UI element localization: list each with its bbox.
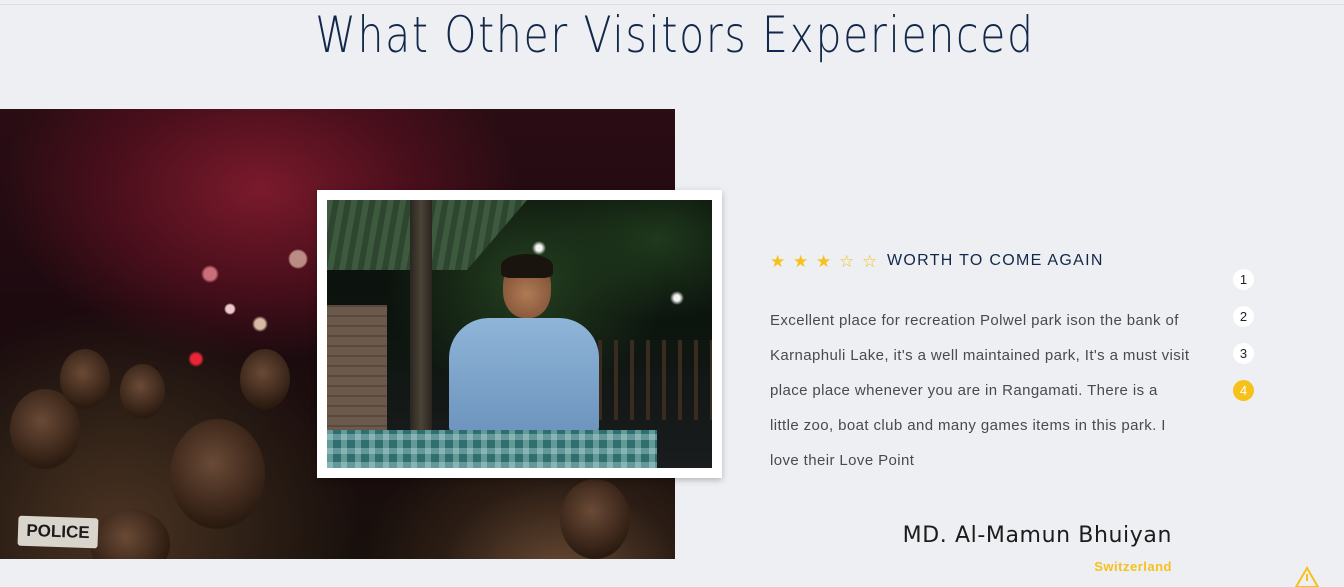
pager-item-2[interactable]: 2 bbox=[1233, 306, 1254, 327]
testimonial-pager: 1 2 3 4 bbox=[1233, 269, 1255, 417]
star-filled-icon: ★ bbox=[770, 251, 786, 271]
crowd-head bbox=[170, 419, 265, 529]
photo-person-hair bbox=[501, 254, 553, 278]
crowd-head bbox=[240, 349, 290, 409]
reviewer-country: Switzerland bbox=[1094, 559, 1172, 574]
pager-item-1[interactable]: 1 bbox=[1233, 269, 1254, 290]
star-filled-icon: ★ bbox=[793, 251, 809, 271]
pager-item-3[interactable]: 3 bbox=[1233, 343, 1254, 364]
pager-item-4[interactable]: 4 bbox=[1233, 380, 1254, 401]
photo-railing bbox=[582, 340, 712, 420]
reviewer-name: MD. Al-Mamun Bhuiyan bbox=[902, 523, 1172, 548]
crowd-head bbox=[90, 509, 170, 559]
police-label: POLICE bbox=[17, 515, 99, 549]
star-outline-icon: ☆ bbox=[862, 251, 878, 271]
visitor-photo bbox=[327, 200, 712, 468]
top-divider bbox=[0, 4, 1344, 5]
warning-triangle-icon[interactable] bbox=[1294, 566, 1320, 587]
photo-pillar bbox=[410, 200, 432, 430]
review-title: WORTH TO COME AGAIN bbox=[887, 252, 1104, 269]
photo-wall bbox=[327, 305, 387, 435]
photo-person-body bbox=[449, 318, 599, 433]
star-filled-icon: ★ bbox=[816, 251, 832, 271]
section-title: What Other Visitors Experienced bbox=[315, 6, 1035, 64]
crowd-head bbox=[60, 349, 110, 409]
review-text: Excellent place for recreation Polwel pa… bbox=[770, 312, 1190, 469]
visitor-photo-frame bbox=[317, 190, 722, 478]
crowd-head bbox=[120, 364, 165, 419]
crowd-head bbox=[560, 479, 630, 559]
star-outline-icon: ☆ bbox=[839, 251, 855, 271]
review-heading: ★ ★ ★ ☆ ☆ WORTH TO COME AGAIN bbox=[770, 251, 1104, 271]
photo-table bbox=[327, 430, 657, 468]
